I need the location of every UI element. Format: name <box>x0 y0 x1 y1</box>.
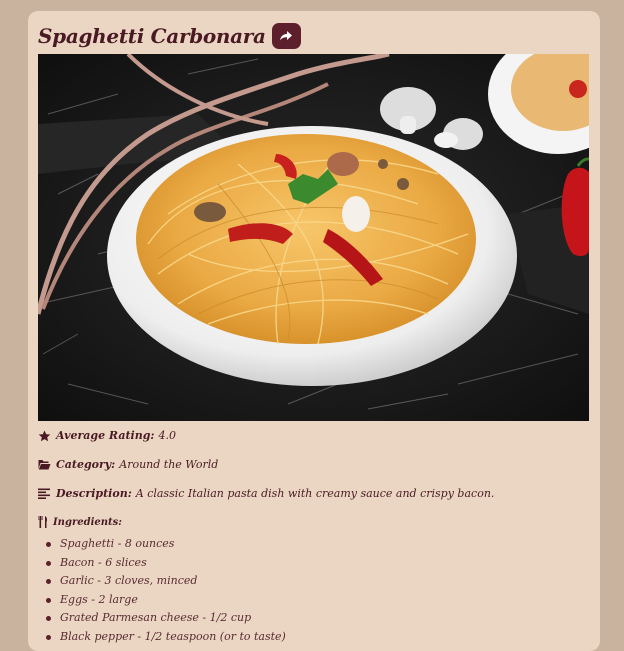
rating-label: Average Rating: <box>56 429 155 442</box>
description-label: Description: <box>56 487 132 500</box>
list-item: Eggs - 2 large <box>46 591 286 610</box>
category-row: Category: Around the World <box>38 458 218 471</box>
recipe-photo <box>38 54 589 421</box>
share-icon <box>280 31 293 41</box>
title-row: Spaghetti Carbonara <box>38 21 301 51</box>
list-item: Bacon - 6 slices <box>46 554 286 573</box>
share-button[interactable] <box>271 23 301 49</box>
ingredients-header: Ingredients: <box>38 516 126 528</box>
align-left-icon <box>38 488 52 500</box>
list-item: Garlic - 3 cloves, minced <box>46 572 286 591</box>
recipe-title: Spaghetti Carbonara <box>38 24 266 48</box>
category-value: Around the World <box>119 458 219 471</box>
utensils-icon <box>38 516 49 528</box>
rating-value: 4.0 <box>158 429 176 442</box>
list-item: Spaghetti - 8 ounces <box>46 535 286 554</box>
star-icon <box>38 430 52 442</box>
category-label: Category: <box>56 458 116 471</box>
folder-open-icon <box>38 459 52 471</box>
rating-row: Average Rating: 4.0 <box>38 429 176 442</box>
description-value: A classic Italian pasta dish with creamy… <box>135 487 495 500</box>
list-item: Grated Parmesan cheese - 1/2 cup <box>46 609 286 628</box>
ingredients-list: Spaghetti - 8 ounces Bacon - 6 slices Ga… <box>46 535 286 646</box>
ingredients-label: Ingredients: <box>53 516 122 528</box>
description-row: Description: A classic Italian pasta dis… <box>38 487 494 500</box>
recipe-card: Spaghetti Carbonara Average Rating: 4.0 … <box>28 11 600 651</box>
